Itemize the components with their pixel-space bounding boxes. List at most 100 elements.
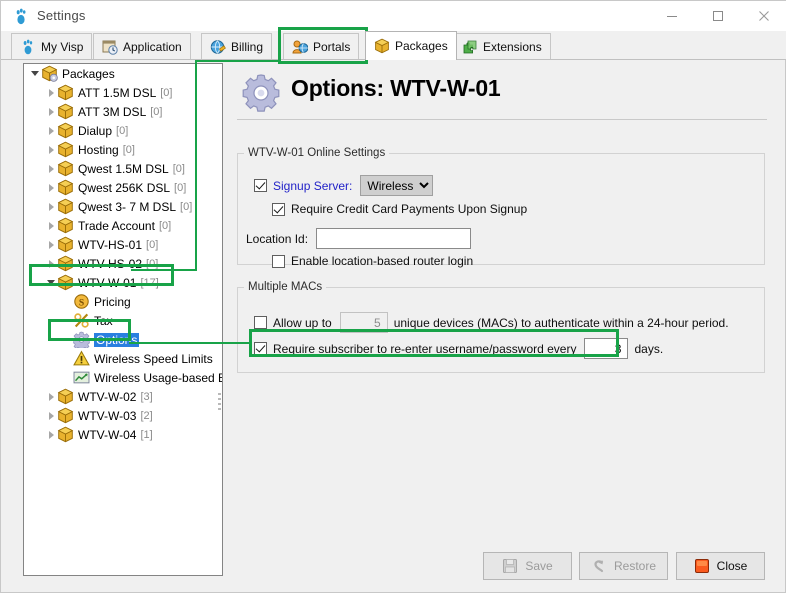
tree-node[interactable]: WTV-W-04 [1] [24, 425, 222, 444]
chevron-right-icon[interactable] [46, 102, 57, 121]
chevron-right-icon[interactable] [46, 178, 57, 197]
chevron-down-icon[interactable] [46, 273, 57, 292]
tree-node[interactable]: Dialup [0] [24, 121, 222, 140]
tab-strip: My Visp Application Billing Portals Packages… [1, 31, 786, 60]
chevron-right-icon[interactable] [46, 159, 57, 178]
save-label: Save [525, 559, 553, 573]
tree-node[interactable]: Tax [24, 311, 222, 330]
tab-label: My Visp [41, 39, 84, 54]
package-box-icon [57, 160, 74, 177]
package-box-icon [57, 141, 74, 158]
tree-node[interactable]: Options [24, 330, 222, 351]
chevron-right-icon[interactable] [46, 140, 57, 159]
reenter-days-input[interactable] [584, 338, 629, 359]
signup-server-label[interactable]: Signup Server: [273, 179, 352, 193]
billing-globe-icon [210, 39, 226, 55]
tree-root-node[interactable]: Packages [24, 64, 222, 83]
tree-node[interactable]: S Pricing [24, 292, 222, 311]
chevron-right-icon[interactable] [46, 121, 57, 140]
panel-splitter[interactable] [215, 63, 223, 576]
reenter-checkbox[interactable] [254, 342, 267, 355]
close-window-button[interactable] [741, 1, 786, 31]
tree-node-label: WTV-HS-02 [78, 256, 143, 271]
allow-up-to-checkbox[interactable] [254, 316, 267, 329]
tab-label: Extensions [483, 39, 542, 54]
tree-node-label: Qwest 256K DSL [78, 180, 171, 195]
tab-packages[interactable]: Packages [365, 31, 457, 60]
packages-tree[interactable]: Packages ATT 1.5M DSL [0] ATT 3M DSL [0] Dial… [23, 63, 223, 576]
maximize-button[interactable] [695, 1, 741, 31]
restore-button[interactable]: Restore [579, 552, 668, 580]
tax-percent-icon [73, 312, 90, 329]
splitter-grip-icon [218, 393, 221, 415]
tree-node-label: WTV-W-03 [78, 408, 137, 423]
chart-graph-icon [73, 369, 90, 386]
chevron-down-icon[interactable] [30, 64, 41, 83]
tree-node[interactable]: Hosting [0] [24, 140, 222, 159]
require-cc-row: Require Credit Card Payments Upon Signup [272, 202, 527, 216]
chevron-right-icon[interactable] [46, 406, 57, 425]
application-clock-icon [102, 39, 118, 55]
tree-node[interactable]: Wireless Speed Limits [24, 349, 222, 368]
signup-server-checkbox[interactable] [254, 179, 267, 192]
chevron-right-icon[interactable] [46, 235, 57, 254]
options-gear-icon [239, 71, 283, 115]
save-button[interactable]: Save [483, 552, 572, 580]
page-header: Options: WTV-W-01 [231, 63, 776, 121]
tree-node-label: ATT 3M DSL [78, 104, 147, 119]
tree-node[interactable]: WTV-W-02 [3] [24, 387, 222, 406]
tree-node-label: WTV-HS-01 [78, 237, 143, 252]
tree-node[interactable]: Qwest 3- 7 M DSL [0] [24, 197, 222, 216]
signup-server-select[interactable]: Wireless [360, 175, 434, 196]
package-box-icon [57, 179, 74, 196]
location-id-row: Location Id: [246, 228, 472, 249]
router-login-checkbox[interactable] [272, 254, 285, 268]
tree-node[interactable]: WTV-W-01 [17] [24, 273, 222, 292]
tree-node[interactable]: ATT 3M DSL [0] [24, 102, 222, 121]
allow-up-to-suffix: unique devices (MACs) to authenticate wi… [393, 315, 729, 330]
close-button[interactable]: Close [676, 552, 765, 580]
tab-application[interactable]: Application [93, 33, 191, 59]
extensions-puzzle-icon [462, 39, 478, 55]
chevron-right-icon[interactable] [46, 197, 57, 216]
tree-node[interactable]: ATT 1.5M DSL [0] [24, 83, 222, 102]
chevron-right-icon[interactable] [46, 254, 57, 273]
chevron-right-icon[interactable] [46, 387, 57, 406]
portals-people-icon [292, 39, 309, 55]
tab-billing[interactable]: Billing [201, 33, 273, 59]
allow-up-to-input[interactable] [339, 312, 388, 333]
tree-node-label: ATT 1.5M DSL [78, 85, 157, 100]
online-settings-legend: WTV-W-01 Online Settings [248, 147, 386, 159]
tree-node-count: [0] [158, 219, 172, 232]
tree-node[interactable]: Wireless Usage-based Billing [24, 368, 222, 387]
page-title: Options: WTV-W-01 [291, 75, 501, 101]
tab-portals[interactable]: Portals [283, 33, 360, 59]
header-divider [237, 119, 767, 120]
tree-node-count: [0] [172, 162, 185, 175]
package-box-icon [57, 388, 74, 405]
tree-node[interactable]: WTV-HS-01 [0] [24, 235, 222, 254]
chevron-right-icon[interactable] [46, 83, 57, 102]
tree-node-label: Pricing [94, 294, 131, 309]
tree-node-count: [0] [122, 143, 135, 156]
tab-label: Billing [231, 39, 264, 54]
tree-node-label: Qwest 1.5M DSL [78, 161, 169, 176]
reenter-prefix: Require subscriber to re-enter username/… [273, 341, 577, 356]
minimize-button[interactable] [649, 1, 695, 31]
tree-node-count: [0] [146, 257, 159, 270]
tab-extensions[interactable]: Extensions [453, 33, 551, 59]
require-cc-checkbox[interactable] [272, 202, 285, 216]
chevron-right-icon[interactable] [46, 216, 57, 235]
tab-my-visp[interactable]: My Visp [11, 33, 93, 59]
tree-node[interactable]: WTV-W-03 [2] [24, 406, 222, 425]
tree-node-count: [3] [140, 390, 153, 403]
tree-node[interactable]: WTV-HS-02 [0] [24, 254, 222, 273]
warning-triangle-icon [73, 350, 90, 367]
location-id-input[interactable] [316, 228, 472, 249]
tree-node[interactable]: Qwest 1.5M DSL [0] [24, 159, 222, 178]
tree-node[interactable]: Qwest 256K DSL [0] [24, 178, 222, 197]
tree-node-label: Tax [94, 313, 113, 328]
tree-node[interactable]: Trade Account [0] [24, 216, 222, 235]
chevron-right-icon[interactable] [46, 425, 57, 444]
